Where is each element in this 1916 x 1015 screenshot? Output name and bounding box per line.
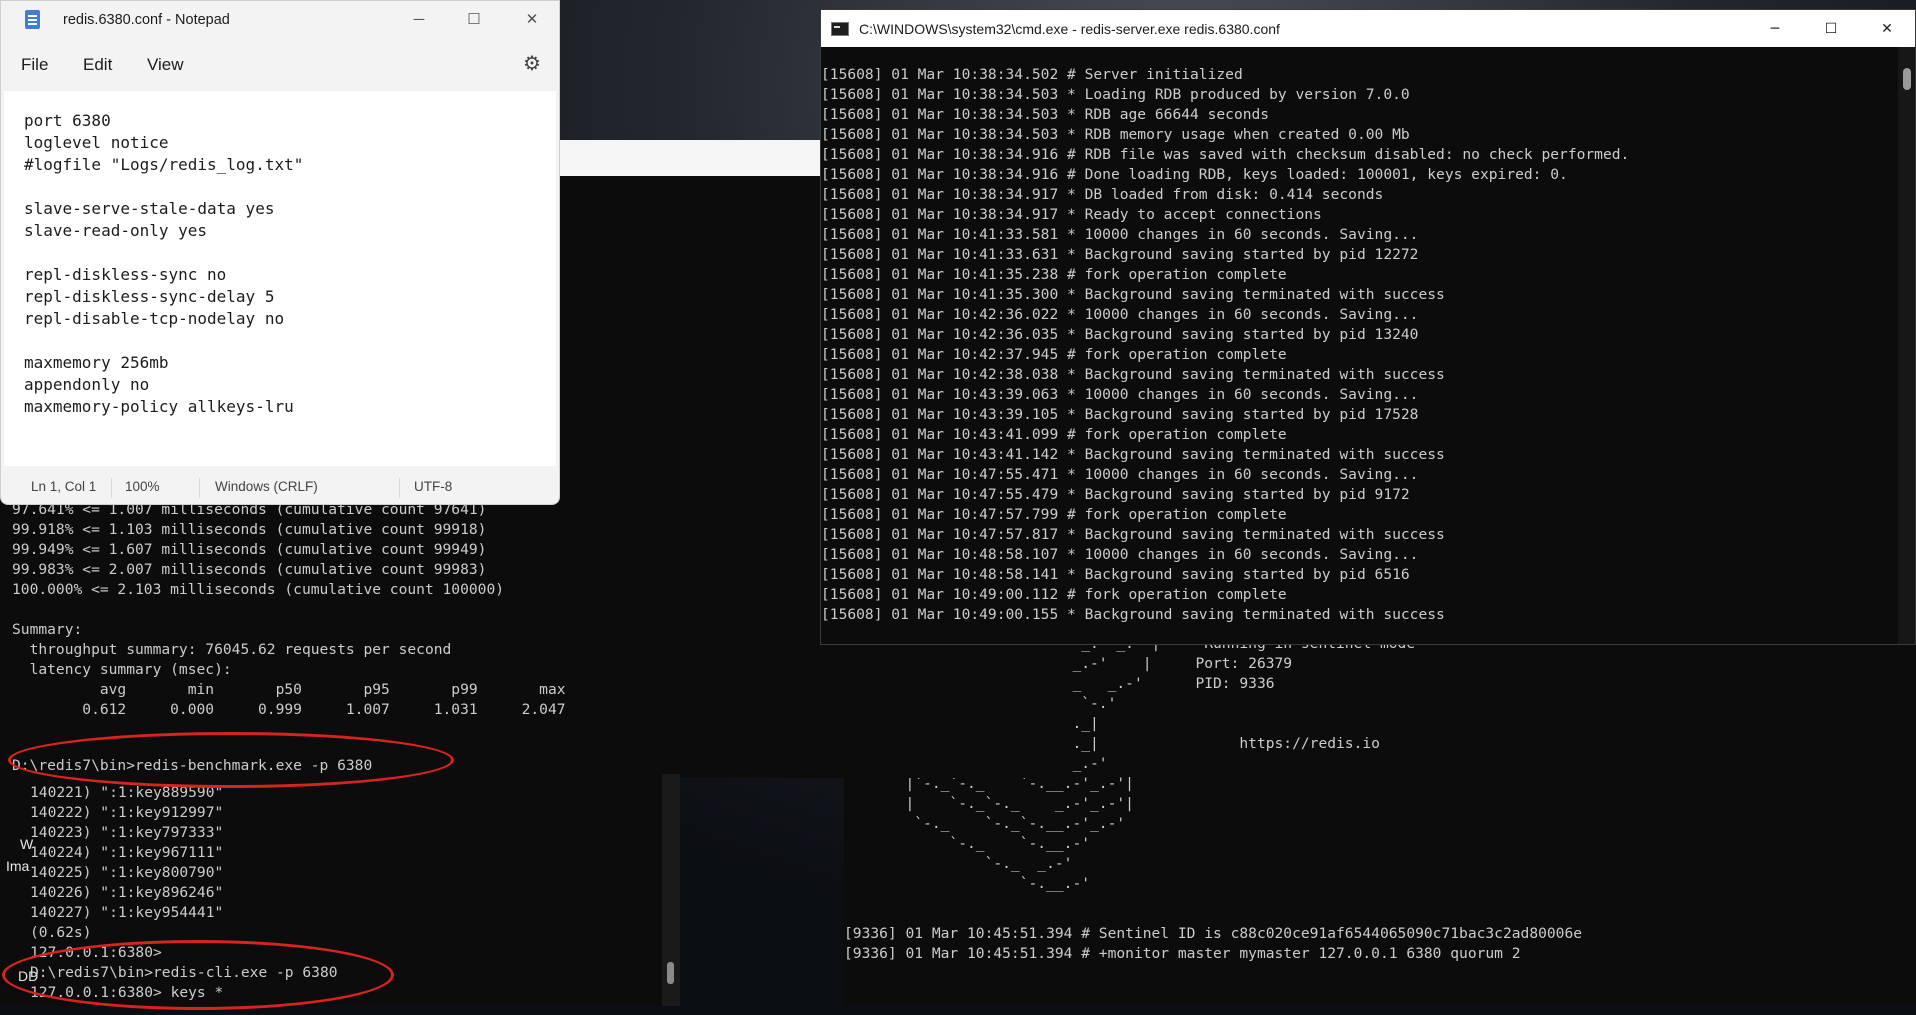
server-log-line: [15608] 01 Mar 10:38:34.917 * DB loaded … (821, 186, 1384, 203)
maximize-button[interactable]: ☐ (451, 5, 497, 33)
notepad-statusbar: Ln 1, Col 1 100% Windows (CRLF) UTF-8 (1, 473, 559, 503)
server-log-line: [15608] 01 Mar 10:47:55.471 * 10000 chan… (821, 466, 1419, 483)
redis-server-cmd-window[interactable]: C:\WINDOWS\system32\cmd.exe - redis-serv… (820, 9, 1916, 645)
sentinel-art-line: `-._ `-.__.-' (844, 835, 1091, 852)
server-log-line: [15608] 01 Mar 10:41:33.581 * 10000 chan… (821, 226, 1419, 243)
cmd-app-icon (831, 21, 849, 36)
editor-text-line: repl-diskless-sync no (24, 265, 227, 284)
notepad-menubar: File Edit View (1, 51, 559, 81)
benchmark-line: 100.000% <= 2.103 milliseconds (cumulati… (12, 581, 505, 598)
status-cursor-position: Ln 1, Col 1 (31, 479, 97, 494)
close-button[interactable]: ✕ (509, 5, 555, 33)
sentinel-art-line: `-._ `-._`-.__.-'_.-' (844, 815, 1126, 832)
server-log-line: [15608] 01 Mar 10:38:34.503 * RDB age 66… (821, 106, 1270, 123)
status-line-ending: Windows (CRLF) (215, 479, 318, 494)
editor-text-line: repl-disable-tcp-nodelay no (24, 309, 285, 328)
menu-view[interactable]: View (147, 55, 184, 75)
editor-text-line: slave-serve-stale-data yes (24, 199, 275, 218)
benchmark-line: 0.612 0.000 0.999 1.007 1.031 2.047 (12, 701, 566, 718)
server-log-line: [15608] 01 Mar 10:38:34.503 * Loading RD… (821, 86, 1410, 103)
maximize-button[interactable]: ☐ (1803, 10, 1859, 47)
benchmark-line: throughput summary: 76045.62 requests pe… (12, 641, 452, 658)
notepad-window-title: redis.6380.conf - Notepad (63, 12, 230, 28)
cli-line: 140224) ":1:key967111" (30, 844, 224, 861)
minimize-button[interactable]: ─ (396, 5, 442, 33)
server-log-line: [15608] 01 Mar 10:38:34.503 * RDB memory… (821, 126, 1410, 143)
benchmark-line: 99.983% <= 2.007 milliseconds (cumulativ… (12, 561, 487, 578)
sentinel-art-line: `-._ _.-' (844, 855, 1073, 872)
sentinel-log: [9336] 01 Mar 10:45:51.394 # Sentinel ID… (844, 924, 1582, 964)
background-window-edge (558, 140, 820, 176)
cli-line: 140226) ":1:key896246" (30, 884, 224, 901)
sentinel-log-line: [9336] 01 Mar 10:45:51.394 # Sentinel ID… (844, 925, 1583, 942)
server-log-line: [15608] 01 Mar 10:43:39.105 * Background… (821, 406, 1419, 423)
benchmark-line: latency summary (msec): (12, 661, 232, 678)
server-log-line: [15608] 01 Mar 10:38:34.917 * Ready to a… (821, 206, 1322, 223)
server-log-line: [15608] 01 Mar 10:48:58.141 * Background… (821, 566, 1410, 583)
benchmark-line: 99.949% <= 1.607 milliseconds (cumulativ… (12, 541, 487, 558)
server-log-line: [15608] 01 Mar 10:48:58.107 * 10000 chan… (821, 546, 1419, 563)
editor-text-line: repl-diskless-sync-delay 5 (24, 287, 275, 306)
notepad-text-area[interactable]: port 6380 loglevel notice #logfile "Logs/r… (4, 91, 556, 466)
editor-text-line: maxmemory 256mb (24, 353, 169, 372)
server-log-line: [15608] 01 Mar 10:47:55.479 * Background… (821, 486, 1410, 503)
notepad-titlebar[interactable]: redis.6380.conf - Notepad ─ ☐ ✕ (1, 1, 559, 39)
editor-text-line: loglevel notice (24, 133, 169, 152)
gear-icon[interactable]: ⚙ (521, 53, 543, 75)
server-log-line: [15608] 01 Mar 10:49:00.155 * Background… (821, 606, 1445, 623)
editor-text-line: port 6380 (24, 111, 111, 130)
server-log-line: [15608] 01 Mar 10:41:35.238 # fork opera… (821, 266, 1287, 283)
editor-text-line: maxmemory-policy allkeys-lru (24, 397, 294, 416)
server-log-line: [15608] 01 Mar 10:42:36.035 * Background… (821, 326, 1419, 343)
cli-line: 140223) ":1:key797333" (30, 824, 224, 841)
server-log-line: [15608] 01 Mar 10:42:36.022 * 10000 chan… (821, 306, 1419, 323)
editor-text-line: appendonly no (24, 375, 150, 394)
minimize-button[interactable]: ─ (1747, 10, 1803, 47)
server-log-line: [15608] 01 Mar 10:38:34.916 # Done loadi… (821, 166, 1568, 183)
server-log-line: [15608] 01 Mar 10:43:41.142 * Background… (821, 446, 1445, 463)
benchmark-output: 97.641% <= 1.007 milliseconds (cumulativ… (12, 500, 566, 720)
menu-file[interactable]: File (21, 55, 48, 75)
annotation-ellipse-benchmark (8, 732, 454, 788)
server-log-line: [15608] 01 Mar 10:43:39.063 * 10000 chan… (821, 386, 1419, 403)
benchmark-line: 99.918% <= 1.103 milliseconds (cumulativ… (12, 521, 487, 538)
redis-server-log: [15608] 01 Mar 10:38:34.502 # Server ini… (821, 65, 1630, 625)
notepad-window[interactable]: redis.6380.conf - Notepad ─ ☐ ✕ File Edi… (0, 0, 560, 505)
benchmark-line: Summary: (12, 621, 83, 638)
status-encoding: UTF-8 (414, 479, 453, 494)
status-zoom: 100% (125, 479, 160, 494)
server-log-line: [15608] 01 Mar 10:47:57.817 * Background… (821, 526, 1445, 543)
server-log-line: [15608] 01 Mar 10:43:41.099 # fork opera… (821, 426, 1287, 443)
benchmark-line (12, 600, 566, 620)
notepad-app-icon (25, 10, 40, 29)
cmd-window-title: C:\WINDOWS\system32\cmd.exe - redis-serv… (859, 20, 1280, 37)
server-log-line: [15608] 01 Mar 10:38:34.502 # Server ini… (821, 66, 1243, 83)
desktop-icon-label-fragment[interactable]: W (20, 836, 33, 852)
cmd-scrollbar[interactable] (1898, 47, 1915, 644)
annotation-ellipse-cli (2, 940, 394, 1010)
menu-edit[interactable]: Edit (83, 55, 112, 75)
sentinel-log-line: [9336] 01 Mar 10:45:51.394 # +monitor ma… (844, 945, 1521, 962)
cli-line: 140227) ":1:key954441" (30, 904, 224, 921)
cli-line: 140222) ":1:key912997" (30, 804, 224, 821)
editor-text-line: slave-read-only yes (24, 221, 208, 240)
server-log-line: [15608] 01 Mar 10:47:57.799 # fork opera… (821, 506, 1287, 523)
server-log-line: [15608] 01 Mar 10:41:33.631 * Background… (821, 246, 1419, 263)
cli-scroll-thumb[interactable] (667, 962, 674, 984)
sentinel-art-line: | `-._`-._ _.-'_.-'| (844, 795, 1134, 812)
benchmark-line: avg min p50 p95 p99 max (12, 681, 566, 698)
editor-text-line: #logfile "Logs/redis_log.txt" (24, 155, 304, 174)
desktop-icon-label-fragment[interactable]: Ima (6, 858, 29, 874)
server-log-line: [15608] 01 Mar 10:42:38.038 * Background… (821, 366, 1445, 383)
cli-line: 140225) ":1:key800790" (30, 864, 224, 881)
sentinel-art-line: `-.__.-' (844, 875, 1091, 892)
server-log-line: [15608] 01 Mar 10:49:00.112 # fork opera… (821, 586, 1287, 603)
close-button[interactable]: ✕ (1859, 10, 1915, 47)
server-log-line: [15608] 01 Mar 10:42:37.945 # fork opera… (821, 346, 1287, 363)
cmd-scroll-thumb[interactable] (1903, 68, 1911, 90)
server-log-line: [15608] 01 Mar 10:41:35.300 * Background… (821, 286, 1445, 303)
cmd-titlebar[interactable]: C:\WINDOWS\system32\cmd.exe - redis-serv… (821, 10, 1915, 47)
server-log-line: [15608] 01 Mar 10:38:34.916 # RDB file w… (821, 146, 1630, 163)
